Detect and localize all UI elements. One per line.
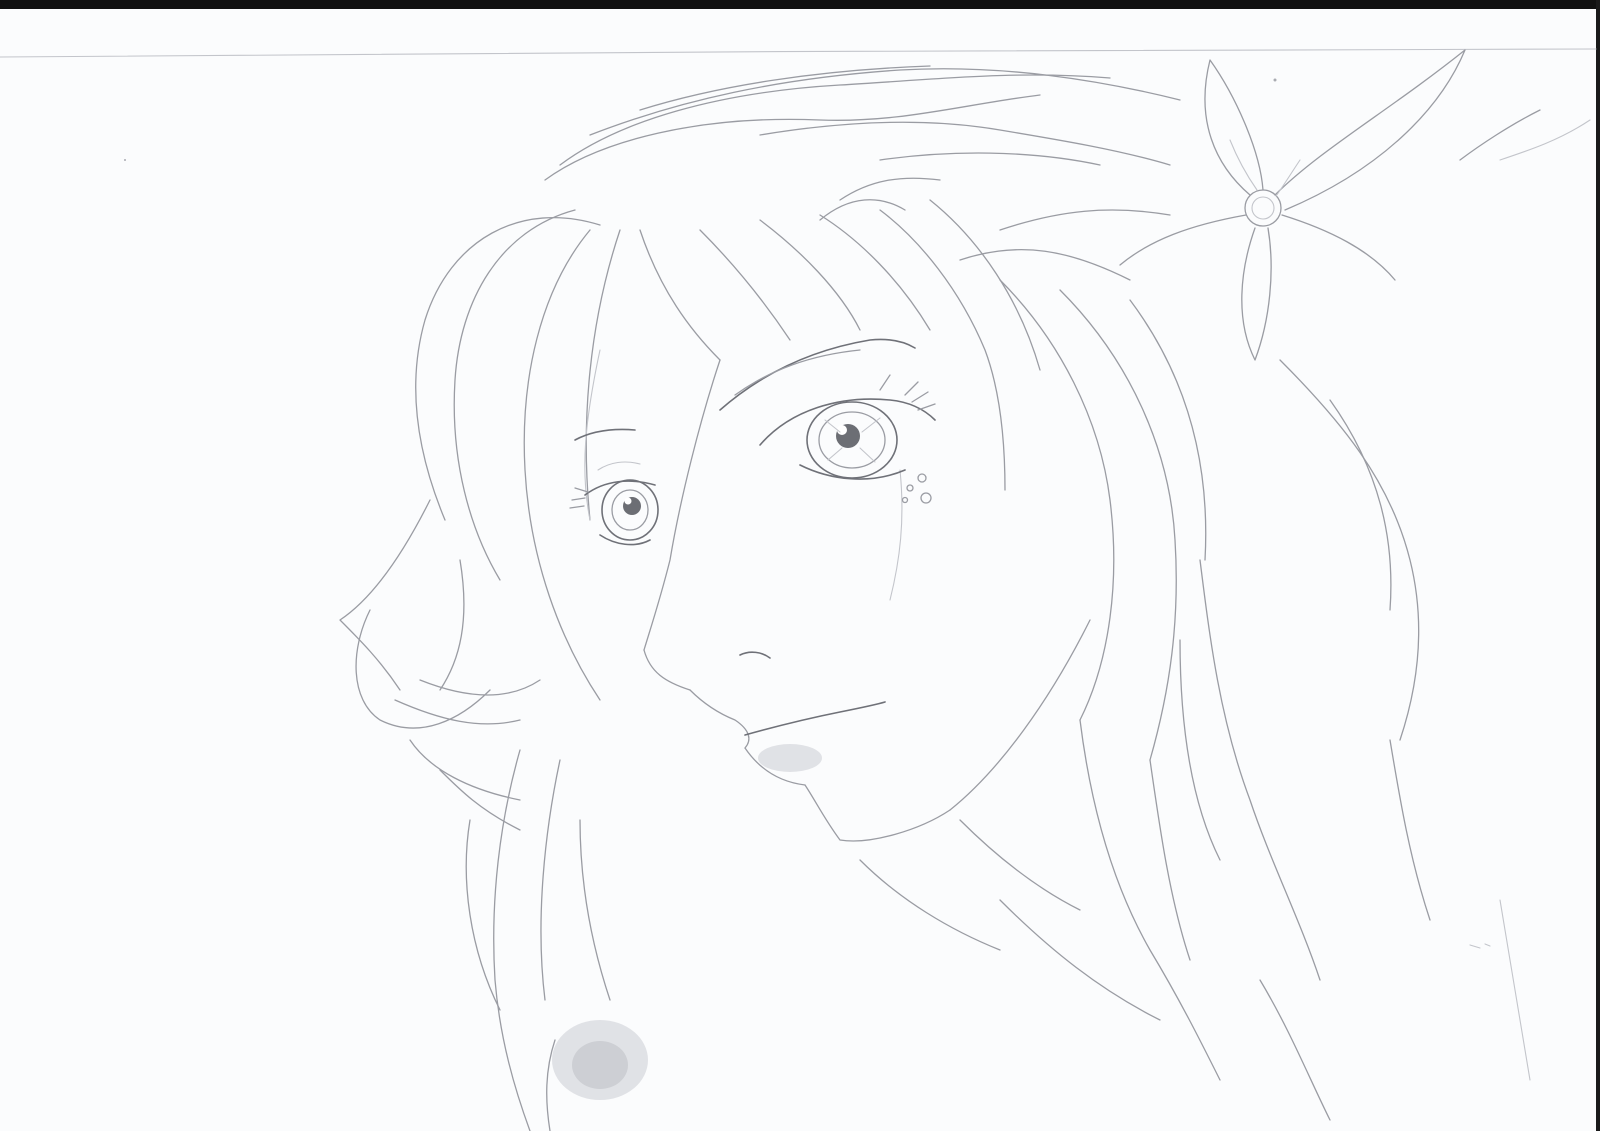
lip-shading xyxy=(758,744,822,772)
face xyxy=(643,359,1091,951)
hair-bangs xyxy=(639,199,1041,491)
paper-fold-line xyxy=(0,48,1597,58)
eye-left xyxy=(569,461,659,546)
stray-dot xyxy=(1273,78,1277,82)
stray-dot xyxy=(124,159,126,161)
smudge-core xyxy=(572,1041,628,1089)
hair-left xyxy=(339,209,621,1131)
eyebrows xyxy=(574,338,916,441)
stray-mark xyxy=(1469,943,1491,949)
scanned-drawing xyxy=(0,0,1600,1131)
pencil-sketch xyxy=(0,48,1597,1131)
hair-right xyxy=(999,279,1531,1121)
eye-right xyxy=(759,374,936,504)
hair-bow xyxy=(1119,49,1591,361)
